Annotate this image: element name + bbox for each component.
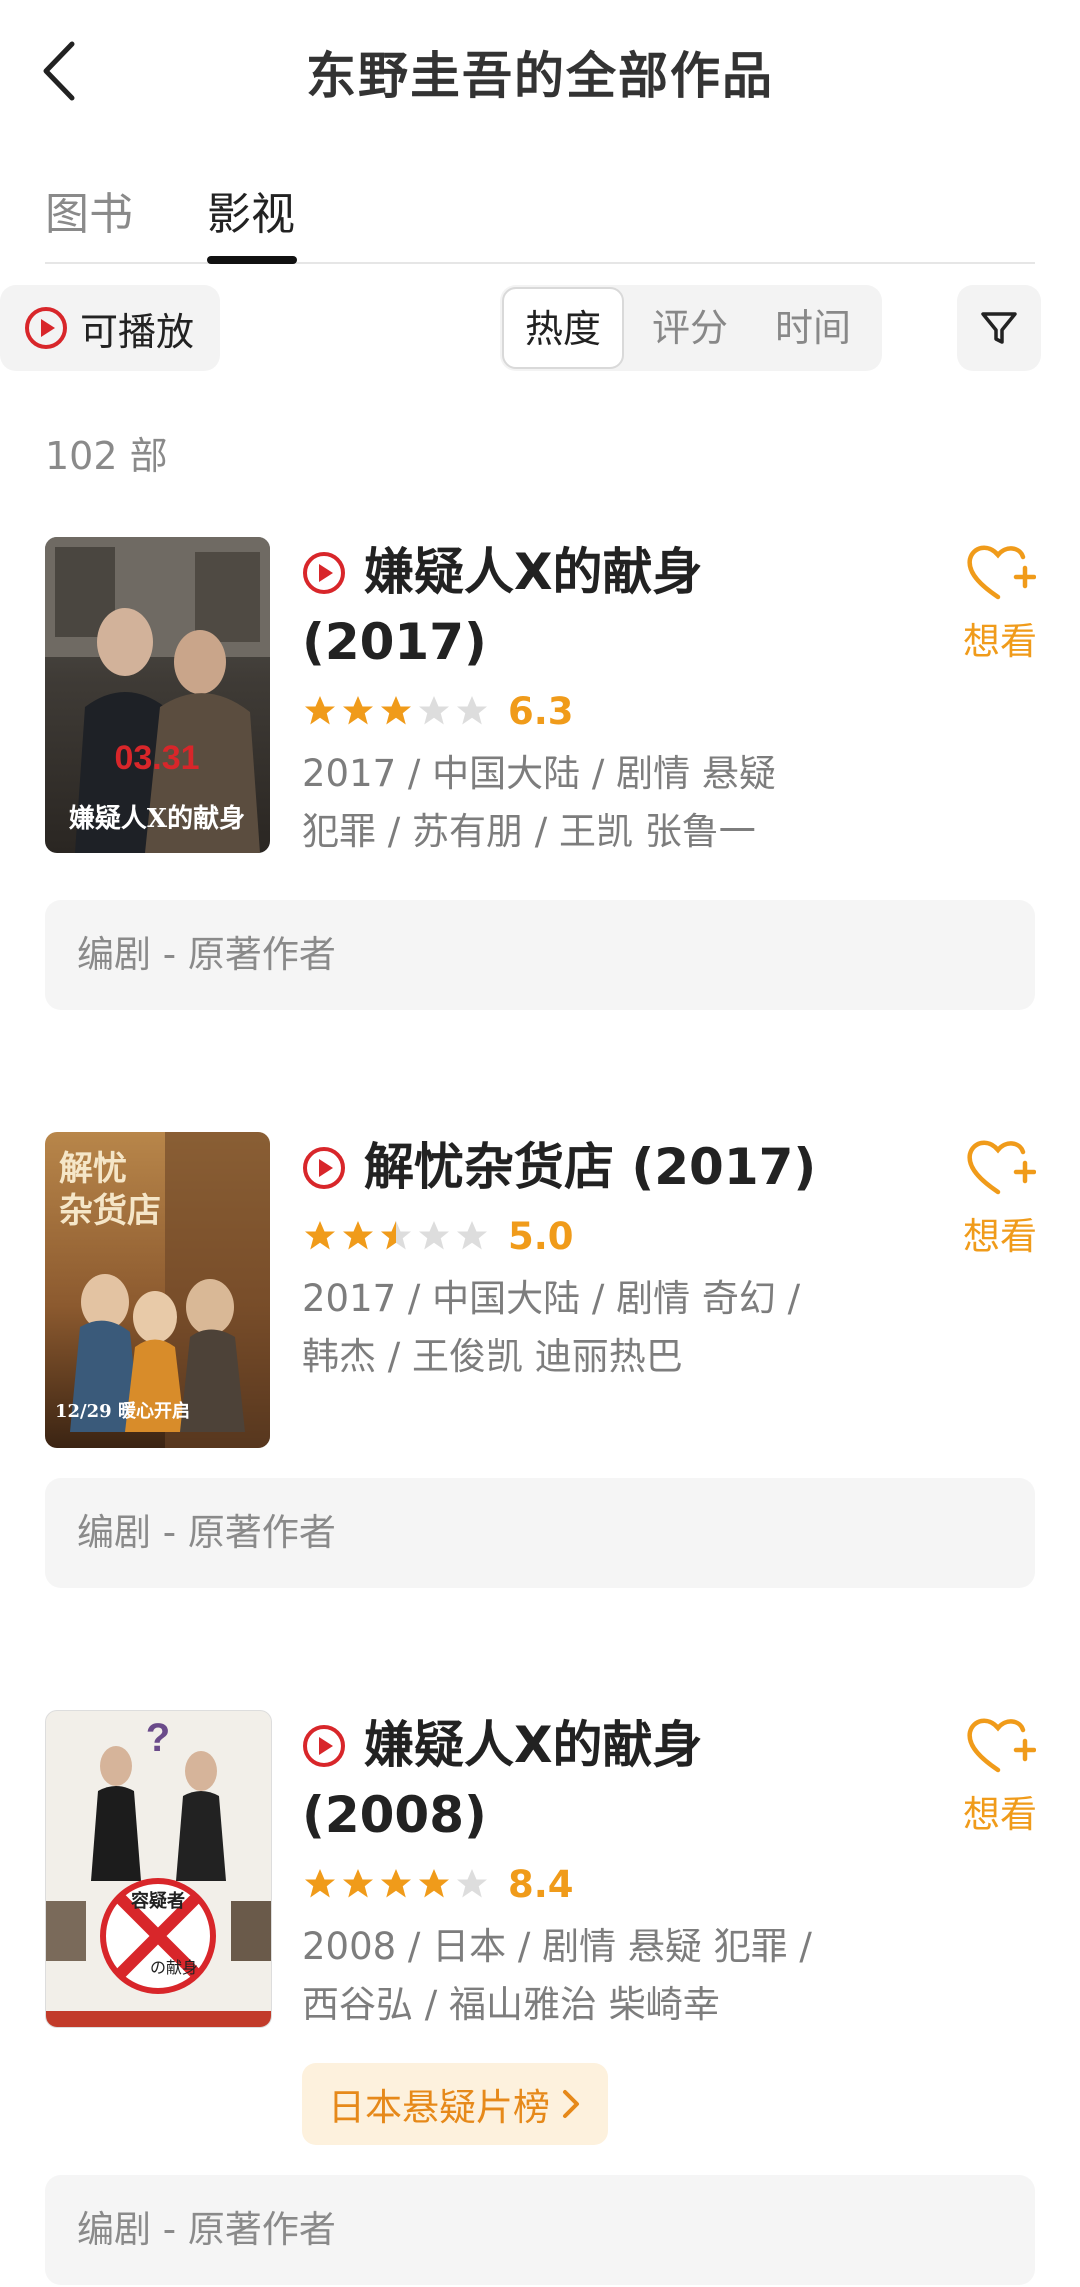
item-meta: 2017 / 中国大陆 / 剧情 悬疑 犯罪 / 苏有朋 / 王凯 张鲁一 xyxy=(302,745,862,861)
chevron-right-icon xyxy=(563,2090,579,2118)
poster-image[interactable]: ? 容疑者 の献身 xyxy=(45,1710,272,2028)
item-meta-line2: 西谷弘 / 福山雅治 柴崎幸 xyxy=(302,1983,720,2026)
star-full-icon xyxy=(343,1869,373,1898)
poster-date-text: 03.31 xyxy=(114,739,199,777)
star-full-icon xyxy=(305,1221,335,1250)
rating-value: 5.0 xyxy=(508,1214,574,1258)
role-text: 编剧 - 原著作者 xyxy=(77,2208,336,2251)
star-full-icon xyxy=(419,1869,449,1898)
sort-toggle-group: 热度 评分 时间 xyxy=(500,285,882,371)
item-meta-line1: 2017 / 中国大陆 / 剧情 悬疑 xyxy=(302,752,776,795)
star-full-icon xyxy=(343,1221,373,1250)
rating-value: 6.3 xyxy=(508,689,574,733)
active-tab-indicator xyxy=(207,256,297,264)
star-half-icon xyxy=(381,1221,411,1250)
tab-bar: 图书 影视 xyxy=(45,170,1035,264)
item-title-line1: 嫌疑人X的献身 xyxy=(364,1716,703,1774)
svg-text:?: ? xyxy=(146,1716,170,1760)
heart-plus-icon xyxy=(967,1718,1037,1773)
star-empty-icon xyxy=(457,696,487,725)
filter-button[interactable] xyxy=(957,285,1041,371)
item-meta: 2008 / 日本 / 剧情 悬疑 犯罪 / 西谷弘 / 福山雅治 柴崎幸 xyxy=(302,1918,862,2034)
page-title: 东野圭吾的全部作品 xyxy=(306,47,774,105)
playable-filter-button[interactable]: 可播放 xyxy=(0,285,220,371)
item-meta-line1: 2008 / 日本 / 剧情 悬疑 犯罪 / xyxy=(302,1925,812,1968)
heart-plus-icon xyxy=(967,1140,1037,1195)
role-text: 编剧 - 原著作者 xyxy=(77,933,336,976)
item-meta-line2: 犯罪 / 苏有朋 / 王凯 张鲁一 xyxy=(302,810,756,853)
poster-art: ? 容疑者 の献身 xyxy=(46,1716,271,2027)
item-title-line1: 解忧杂货店 (2017) xyxy=(364,1138,817,1196)
want-to-watch-button[interactable]: 想看 xyxy=(950,541,1050,665)
ranking-label: 日本悬疑片榜 xyxy=(328,2086,550,2129)
item-meta-line1: 2017 / 中国大陆 / 剧情 奇幻 / xyxy=(302,1277,801,1320)
play-circle-icon xyxy=(25,307,67,349)
poster-art: 解忧杂货店 12/29 暖心开启 xyxy=(55,1132,270,1448)
tab-video[interactable]: 影视 xyxy=(207,178,295,242)
playable-label: 可播放 xyxy=(80,309,195,354)
sort-by-time[interactable]: 时间 xyxy=(752,285,874,371)
page: 东野圭吾的全部作品 图书 影视 可播放 热度 评分 时间 102 部 03.31… xyxy=(0,0,1080,2287)
poster-center-text: 容疑者 xyxy=(131,1890,185,1912)
heart-plus-icon xyxy=(967,545,1037,600)
item-title[interactable]: 嫌疑人X的献身 (2008) xyxy=(302,1710,922,1850)
poster-image[interactable]: 解忧杂货店 12/29 暖心开启 xyxy=(45,1132,270,1448)
item-meta-line2: 韩杰 / 王俊凯 迪丽热巴 xyxy=(302,1335,683,1378)
star-full-icon xyxy=(305,696,335,725)
star-full-icon xyxy=(305,1869,335,1898)
item-title[interactable]: 嫌疑人X的献身 (2017) xyxy=(302,537,922,677)
want-label: 想看 xyxy=(963,620,1037,663)
item-title-line1: 嫌疑人X的献身 xyxy=(364,543,703,601)
star-empty-icon xyxy=(457,1869,487,1898)
item-meta: 2017 / 中国大陆 / 剧情 奇幻 / 韩杰 / 王俊凯 迪丽热巴 xyxy=(302,1270,862,1386)
funnel-icon xyxy=(981,312,1017,344)
item-title[interactable]: 解忧杂货店 (2017) xyxy=(302,1132,922,1202)
role-box: 编剧 - 原著作者 xyxy=(45,2175,1035,2285)
role-box: 编剧 - 原著作者 xyxy=(45,900,1035,1010)
header: 东野圭吾的全部作品 xyxy=(0,0,1080,140)
want-to-watch-button[interactable]: 想看 xyxy=(950,1714,1050,1838)
item-title-line2: (2008) xyxy=(302,1786,487,1844)
rating-stars: 8.4 xyxy=(302,1862,574,1906)
poster-sub-text: の献身 xyxy=(150,1958,198,1977)
poster-image[interactable]: 03.31 嫌疑人X的献身 xyxy=(45,537,270,853)
rating-value: 8.4 xyxy=(508,1862,574,1906)
tab-books[interactable]: 图书 xyxy=(45,178,133,242)
star-full-icon xyxy=(381,696,411,725)
poster-bottom-text: 12/29 暖心开启 xyxy=(55,1400,190,1422)
want-label: 想看 xyxy=(963,1215,1037,1258)
star-full-icon xyxy=(343,696,373,725)
rating-stars: 6.3 xyxy=(302,689,574,733)
sort-by-rating[interactable]: 评分 xyxy=(630,285,750,371)
star-empty-icon xyxy=(419,1221,449,1250)
star-empty-icon xyxy=(457,1221,487,1250)
want-to-watch-button[interactable]: 想看 xyxy=(950,1136,1050,1260)
star-full-icon xyxy=(381,1869,411,1898)
result-count: 102 部 xyxy=(45,434,168,478)
ranking-chip[interactable]: 日本悬疑片榜 xyxy=(302,2063,608,2145)
rating-stars: 5.0 xyxy=(302,1214,574,1258)
role-box: 编剧 - 原著作者 xyxy=(45,1478,1035,1588)
poster-art: 03.31 嫌疑人X的献身 xyxy=(45,537,270,853)
poster-title-text: 嫌疑人X的献身 xyxy=(69,803,245,834)
sort-by-popularity[interactable]: 热度 xyxy=(502,287,624,369)
poster-title-text: 解忧杂货店 xyxy=(59,1149,161,1231)
role-text: 编剧 - 原著作者 xyxy=(77,1511,336,1554)
item-title-line2: (2017) xyxy=(302,613,487,671)
star-empty-icon xyxy=(419,696,449,725)
want-label: 想看 xyxy=(963,1793,1037,1836)
